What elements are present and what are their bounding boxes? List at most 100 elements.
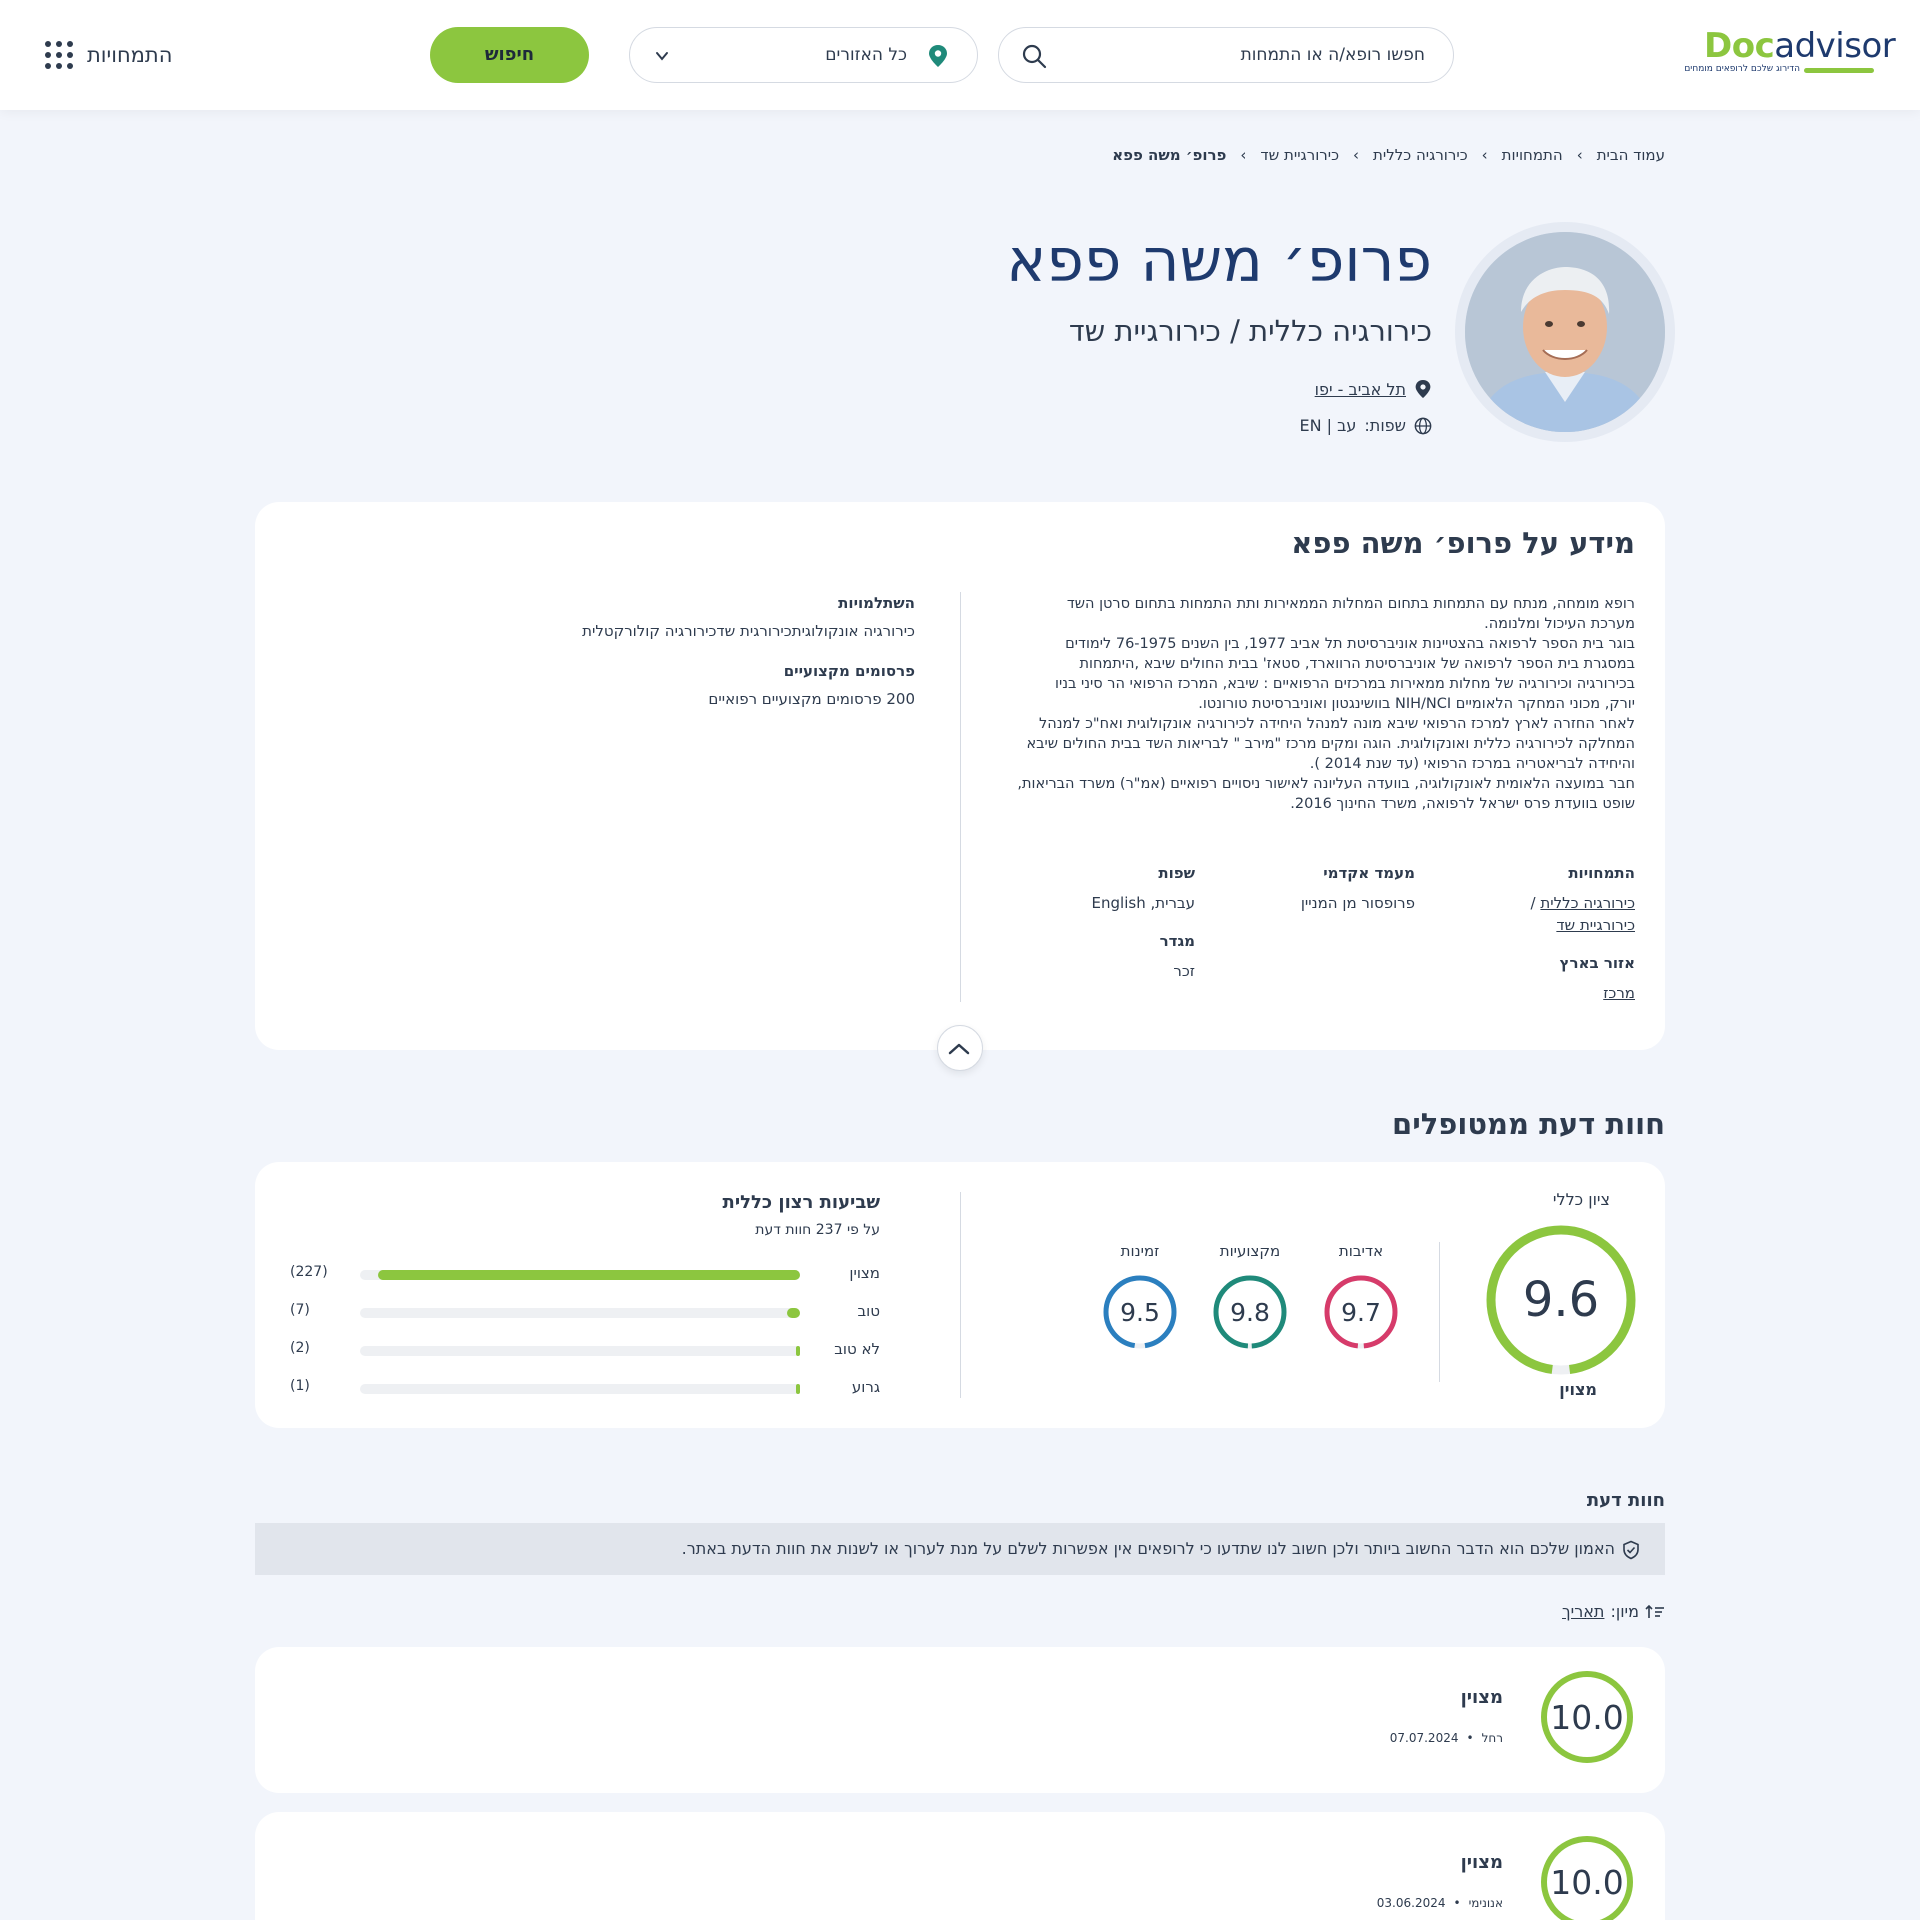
satisfaction-track (360, 1384, 800, 1394)
region-select[interactable]: כל האזורים (629, 27, 978, 83)
patient-reviews-title: חוות דעת ממטופלים (1392, 1107, 1665, 1141)
overall-score-word: מצוין (1559, 1380, 1597, 1399)
logo-underline (1804, 68, 1874, 73)
sub-score-professionalism: מקצועיות 9.8 (1210, 1242, 1290, 1356)
doctor-location-link[interactable]: תל אביב - יפו (1315, 380, 1406, 399)
satisfaction-count: (2) (290, 1340, 310, 1356)
breadcrumb-current: פרופ׳ משה פפא (1112, 146, 1227, 164)
specialties-label: התמחויות (1568, 864, 1635, 882)
satisfaction-label: מצוין (849, 1264, 880, 1282)
breadcrumb-home[interactable]: עמוד הבית (1597, 146, 1665, 164)
review-meta: רחל • 07.07.2024 (1390, 1731, 1503, 1745)
review-author: אנונימי (1468, 1896, 1503, 1910)
satisfaction-row-good: טוב (7) (290, 1302, 880, 1322)
review-date: 03.06.2024 (1376, 1896, 1446, 1910)
gender-value: זכר (1173, 962, 1195, 980)
chevron-down-icon (656, 52, 668, 61)
chevron-left-icon: › (1481, 146, 1488, 164)
site-header: Docadvisor הדירוג שלכם לרופאים מומחים חפ… (0, 0, 1920, 110)
info-card-title: מידע על פרופ׳ משה פפא (1291, 526, 1635, 560)
review-card: 10.0 מצוין רחל • 07.07.2024 (255, 1647, 1665, 1793)
chevron-left-icon: › (1576, 146, 1583, 164)
region-link[interactable]: מרכז (1603, 984, 1635, 1002)
sub-score-ring: 9.7 (1324, 1275, 1398, 1349)
bio-line: שופט בוועדת פרס ישראל לרפואה, משרד החינו… (1290, 796, 1635, 812)
sort-label: מיון: (1610, 1602, 1639, 1621)
review-card: 10.0 מצוין אנונימי • 03.06.2024 (255, 1812, 1665, 1920)
bio-line: בכירורגיה וכירורגיה של מחלות ממאירות במר… (1055, 676, 1635, 692)
review-date: 07.07.2024 (1389, 1731, 1459, 1745)
sort-value[interactable]: תאריך (1562, 1602, 1604, 1621)
fact-region: אזור בארץ מרכז (1495, 954, 1635, 1004)
search-icon (1022, 44, 1047, 69)
doctor-location: תל אביב - יפו (1315, 378, 1432, 400)
doctor-search-input[interactable]: חפשו רופא/ה או התמחות (998, 27, 1454, 83)
meta-separator: • (1453, 1896, 1461, 1910)
specialty-link-general-surgery[interactable]: כירורגיה כללית (1540, 894, 1635, 912)
score-divider (1439, 1242, 1440, 1382)
review-rating-word: מצוין (1460, 1852, 1503, 1873)
specialty-separator: / (1530, 894, 1536, 912)
satisfaction-bar (796, 1346, 800, 1356)
fact-gender: מגדר זכר (1055, 932, 1195, 982)
breadcrumb-general-surgery[interactable]: כירורגיה כללית (1373, 146, 1468, 164)
breadcrumb-breast-surgery[interactable]: כירורגיית שד (1260, 146, 1339, 164)
breadcrumb: עמוד הבית › התמחויות › כירורגיה כללית › … (1112, 146, 1665, 164)
review-rating-word: מצוין (1460, 1687, 1503, 1708)
specialties-menu-label: התמחויות (87, 43, 173, 67)
sort-icon (1645, 1604, 1664, 1618)
trust-notice: האמון שלכם הוא הדבר החשוב ביותר ולכן חשו… (255, 1523, 1665, 1575)
specialties-menu[interactable]: התמחויות (45, 38, 172, 72)
training-label: השתלמויות (838, 594, 915, 612)
meta-separator: • (1466, 1731, 1474, 1745)
doctor-languages: שפות: עב | EN (1300, 416, 1433, 435)
trust-notice-text: האמון שלכם הוא הדבר החשוב ביותר ולכן חשו… (681, 1539, 1615, 1558)
doctor-languages-value: עב | EN (1299, 416, 1357, 435)
globe-icon (1414, 417, 1432, 434)
overall-score-label: ציון כללי (1552, 1190, 1610, 1209)
bio-line: במסגרת בית הספר לרפואה של אוניברסיטת הרו… (1079, 656, 1635, 672)
logo-doc: Doc (1704, 26, 1775, 66)
breadcrumb-specialties[interactable]: התמחויות (1502, 146, 1563, 164)
bio-line: בוגר בית הספר לרפואה בהצטיינות אוניברסיט… (1065, 636, 1635, 652)
specialty-link-breast-surgery[interactable]: כירורגיית שד (1556, 916, 1635, 934)
fact-languages: שפות עברית, English (1055, 864, 1195, 914)
bio-line: רופא מומחה, מנתח עם התמחות בתחום המחלות … (1066, 596, 1635, 612)
satisfaction-label: לא טוב (834, 1340, 880, 1358)
sort-control[interactable]: מיון: תאריך (1562, 1602, 1665, 1621)
review-score-ring: 10.0 (1541, 1671, 1633, 1763)
satisfaction-count: (1) (290, 1378, 310, 1394)
sub-score-availability: זמינות 9.5 (1100, 1242, 1180, 1356)
location-pin-icon (1415, 380, 1431, 398)
docadvisor-logo[interactable]: Docadvisor הדירוג שלכם לרופאים מומחים (1684, 26, 1895, 78)
review-meta: אנונימי • 03.06.2024 (1377, 1896, 1503, 1910)
opinions-title: חוות דעת (1586, 1490, 1665, 1511)
search-placeholder: חפשו רופא/ה או התמחות (1240, 45, 1425, 65)
sub-score-value: 9.8 (1230, 1298, 1270, 1327)
fact-specialties: התמחויות כירורגיה כללית / כירורגיית שד (1495, 864, 1635, 936)
sub-score-label: מקצועיות (1219, 1242, 1281, 1260)
gender-label: מגדר (1159, 932, 1195, 950)
academic-label: מעמד אקדמי (1323, 864, 1415, 882)
ratings-divider (960, 1192, 961, 1398)
info-divider (960, 592, 961, 1002)
doctor-info-card: מידע על פרופ׳ משה פפא רופא מומחה, מנתח ע… (255, 502, 1665, 1050)
languages-label: שפות (1158, 864, 1195, 882)
logo-advisor: advisor (1774, 26, 1896, 66)
bio-line: והיחידה לבריאטריה במרכז הרפואי (עד שנת 2… (1309, 756, 1635, 772)
satisfaction-count: (7) (290, 1302, 310, 1318)
review-score: 10.0 (1550, 1863, 1623, 1902)
satisfaction-count: (227) (290, 1264, 328, 1280)
search-button[interactable]: חיפוש (430, 27, 589, 83)
satisfaction-bar (796, 1384, 800, 1394)
satisfaction-bar (786, 1308, 800, 1318)
sub-score-courtesy: אדיבות 9.7 (1321, 1242, 1401, 1356)
satisfaction-title: שביעות רצון כללית (722, 1192, 880, 1213)
collapse-info-button[interactable] (937, 1025, 983, 1071)
doctor-photo (1465, 232, 1665, 432)
bio-line: יורק, מכוני המחקר הלאומיים NIH/NCI בוושי… (1198, 696, 1635, 712)
bio-line: מערכת העיכול ומלנומה. (1484, 616, 1635, 632)
chevron-up-icon (948, 1043, 970, 1055)
publications-label: פרסומים מקצועיים (783, 662, 915, 680)
satisfaction-label: טוב (857, 1302, 881, 1320)
